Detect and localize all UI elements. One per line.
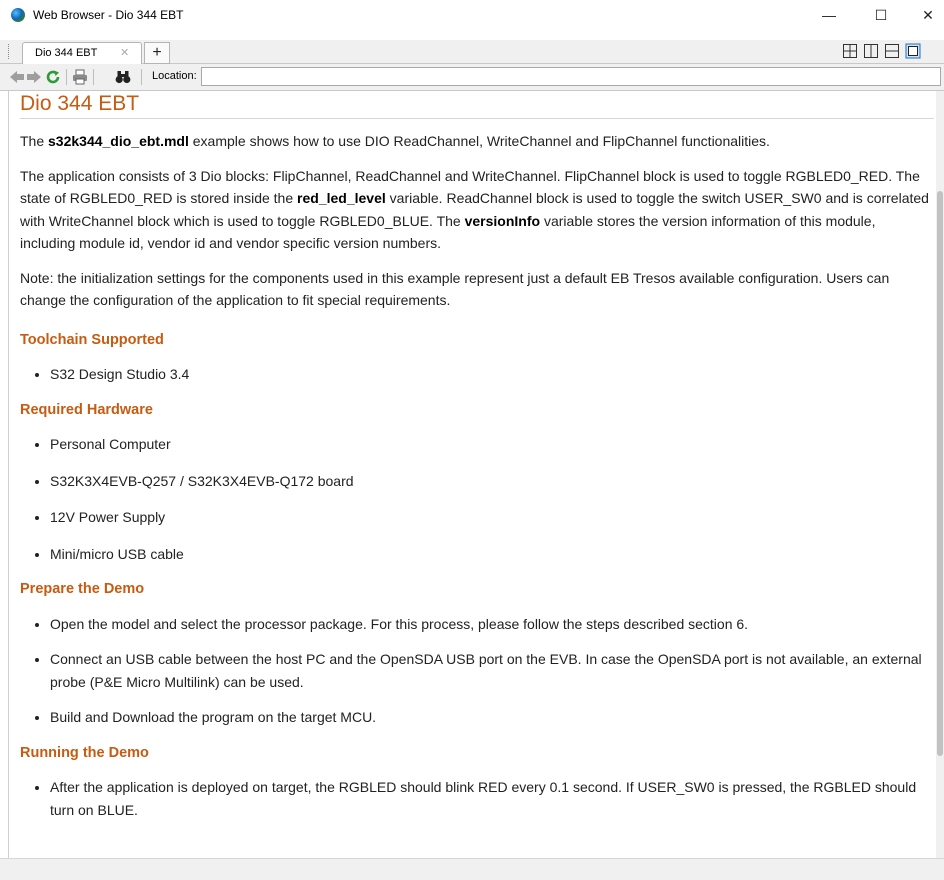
location-input[interactable] [201,67,941,86]
list-item: Personal Computer [50,433,934,456]
description-paragraph: The application consists of 3 Dio blocks… [20,167,929,252]
new-tab-button[interactable]: + [144,42,170,64]
intro-paragraph: The s32k344_dio_ebt.mdl example shows ho… [20,133,770,149]
hardware-heading: Required Hardware [20,401,153,418]
running-list: After the application is deployed on tar… [20,776,934,821]
red-led-level-var: red_led_level [297,190,386,206]
minimize-button[interactable]: — [806,0,852,30]
maximize-button[interactable]: ☐ [858,0,904,30]
list-item: S32K3X4EVB-Q257 / S32K3X4EVB-Q172 board [50,470,934,493]
refresh-icon[interactable] [44,68,62,86]
close-button[interactable]: ✕ [905,0,944,30]
list-item: Build and Download the program on the ta… [50,706,934,729]
back-arrow-icon[interactable] [8,68,26,86]
prepare-list: Open the model and select the processor … [20,613,934,729]
list-item: 12V Power Supply [50,506,934,529]
globe-icon [11,8,25,22]
toolbar-divider [141,69,142,85]
window-title: Web Browser - Dio 344 EBT [33,8,184,22]
page-title: Dio 344 EBT [20,91,934,119]
layout-rows-icon[interactable] [884,43,900,59]
layout-single-icon[interactable] [905,43,921,59]
list-item: Open the model and select the processor … [50,613,934,636]
note-paragraph: Note: the initialization settings for th… [20,269,890,309]
toolbar-divider [93,69,94,85]
running-heading: Running the Demo [20,744,149,761]
status-bar [0,858,944,880]
list-item: Connect an USB cable between the host PC… [50,648,934,693]
tab-dio-344-ebt[interactable]: Dio 344 EBT ✕ [22,42,142,64]
list-item: Mini/micro USB cable [50,543,934,566]
list-item: After the application is deployed on tar… [50,776,934,821]
layout-grid-icon[interactable] [842,43,858,59]
toolchain-heading: Toolchain Supported [20,331,164,348]
scrollbar-thumb[interactable] [937,191,943,756]
document: Dio 344 EBT The s32k344_dio_ebt.mdl exam… [20,91,934,821]
title-bar: Web Browser - Dio 344 EBT — ☐ ✕ [0,0,944,30]
layout-columns-icon[interactable] [863,43,879,59]
navigation-toolbar: Location: [0,64,944,91]
version-info-var: versionInfo [464,212,541,229]
vertical-scrollbar[interactable] [936,91,944,858]
model-filename: s32k344_dio_ebt.mdl [48,133,189,149]
hardware-list: Personal Computer S32K3X4EVB-Q257 / S32K… [20,433,934,565]
tab-close-icon[interactable]: ✕ [120,46,129,59]
forward-arrow-icon[interactable] [25,68,43,86]
list-item: S32 Design Studio 3.4 [50,363,934,386]
toolchain-list: S32 Design Studio 3.4 [20,363,934,386]
page-content: Dio 344 EBT The s32k344_dio_ebt.mdl exam… [8,91,937,858]
location-label: Location: [152,70,197,82]
prepare-heading: Prepare the Demo [20,581,145,597]
toolbar-divider [66,69,67,85]
tab-label: Dio 344 EBT [35,47,98,59]
print-icon[interactable] [71,68,89,86]
find-binoculars-icon[interactable] [114,68,132,86]
drag-handle[interactable] [8,44,11,59]
tab-bar: Dio 344 EBT ✕ + [0,40,944,64]
